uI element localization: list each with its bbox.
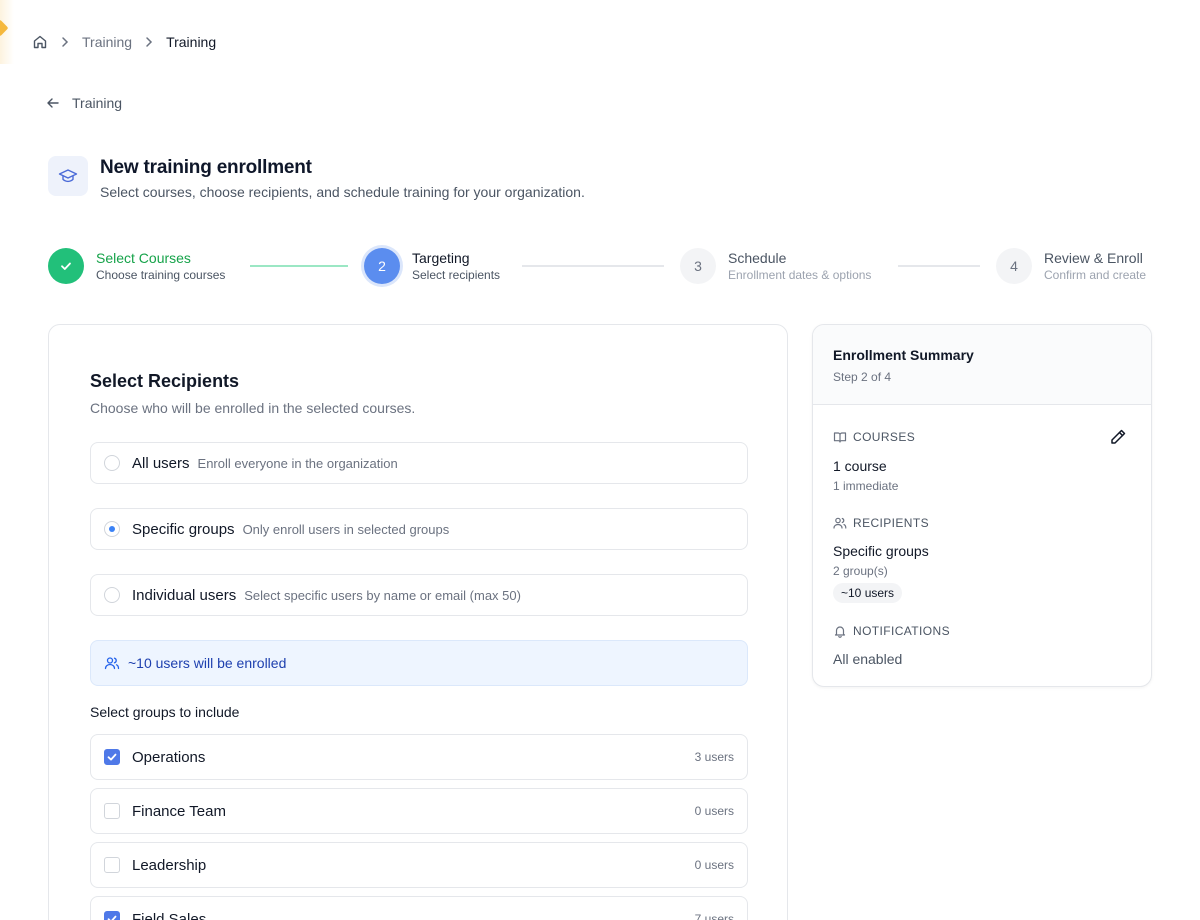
summary-title: Enrollment Summary (833, 347, 974, 363)
arrow-left-icon (47, 98, 59, 108)
option-all-users[interactable]: All users Enroll everyone in the organiz… (90, 442, 748, 484)
group-count: 3 users (694, 750, 734, 764)
option-specific-groups[interactable]: Specific groups Only enroll users in sel… (90, 508, 748, 550)
recipients-card: Select Recipients Choose who will be enr… (48, 324, 788, 920)
step-label: Schedule (728, 249, 787, 266)
info-text: ~10 users will be enrolled (128, 655, 287, 671)
chevron-right-icon (142, 35, 156, 49)
summary-header: Enrollment Summary Step 2 of 4 (813, 325, 1151, 405)
summary-label: COURSES (853, 430, 916, 444)
radio-button[interactable] (104, 521, 120, 537)
summary-value: 1 course (833, 458, 887, 474)
groups-title: Select groups to include (90, 704, 240, 720)
users-icon (104, 657, 120, 670)
summary-notifications: NOTIFICATIONS All enabled (833, 624, 950, 667)
step-label: Targeting (412, 249, 470, 266)
check-icon (107, 915, 117, 920)
summary-step: Step 2 of 4 (833, 370, 892, 384)
option-label: Specific groups (132, 520, 235, 538)
step-label: Select Courses (96, 249, 191, 266)
step-number: 3 (680, 248, 716, 284)
group-row-leadership[interactable]: Leadership 0 users (90, 842, 748, 888)
radio-button[interactable] (104, 587, 120, 603)
group-name: Field Sales (132, 910, 207, 920)
section-subtitle: Choose who will be enrolled in the selec… (90, 400, 416, 416)
user-count-badge: ~10 users (833, 583, 903, 603)
summary-label: RECIPIENTS (853, 516, 930, 530)
group-count: 0 users (694, 804, 734, 818)
step-connector (250, 265, 348, 267)
option-description: Enroll everyone in the organization (197, 455, 398, 471)
step-select-courses[interactable]: Select Courses Choose training courses (48, 248, 225, 284)
users-icon (833, 517, 847, 529)
check-icon (48, 248, 84, 284)
checkbox[interactable] (104, 911, 120, 920)
breadcrumb-item-training[interactable]: Training (82, 34, 132, 50)
check-icon (107, 753, 117, 761)
summary-courses: COURSES 1 course 1 immediate (833, 430, 915, 493)
step-targeting[interactable]: 2 Targeting Select recipients (364, 248, 500, 284)
option-description: Select specific users by name or email (… (244, 587, 521, 603)
step-sub: Enrollment dates & options (728, 267, 872, 282)
summary-value: All enabled (833, 651, 903, 667)
option-label: All users (132, 454, 190, 472)
step-sub: Confirm and create (1044, 267, 1147, 282)
group-count: 7 users (694, 912, 734, 920)
page-title: New training enrollment (100, 157, 312, 178)
group-count: 0 users (694, 858, 734, 872)
checkbox[interactable] (104, 857, 120, 873)
summary-sub: 1 immediate (833, 479, 899, 493)
back-link-label: Training (72, 95, 123, 111)
step-label: Review & Enroll (1044, 249, 1143, 266)
home-icon[interactable] (32, 34, 48, 50)
enrollment-summary-card: Enrollment Summary Step 2 of 4 COURSES 1… (812, 324, 1152, 687)
option-label: Individual users (132, 586, 237, 604)
step-review-enroll[interactable]: 4 Review & Enroll Confirm and create (996, 248, 1146, 284)
summary-label: NOTIFICATIONS (853, 624, 950, 638)
breadcrumb: Training Training (32, 33, 216, 51)
page-header: New training enrollment Select courses, … (48, 156, 585, 200)
step-number: 4 (996, 248, 1032, 284)
step-sub: Choose training courses (96, 267, 226, 282)
page-subtitle: Select courses, choose recipients, and s… (100, 184, 585, 200)
summary-value: Specific groups (833, 543, 929, 559)
step-connector (898, 265, 980, 267)
option-individual-users[interactable]: Individual users Select specific users b… (90, 574, 748, 616)
group-name: Operations (132, 748, 206, 766)
breadcrumb-item-current: Training (166, 34, 217, 50)
stepper: Select Courses Choose training courses 2… (48, 248, 1152, 284)
summary-sub: 2 group(s) (833, 564, 888, 578)
group-name: Leadership (132, 856, 207, 874)
step-number: 2 (364, 248, 400, 284)
chevron-right-icon (58, 35, 72, 49)
step-connector (522, 265, 664, 267)
group-row-finance-team[interactable]: Finance Team 0 users (90, 788, 748, 834)
enrollment-count-info: ~10 users will be enrolled (90, 640, 748, 686)
checkbox[interactable] (104, 749, 120, 765)
group-row-operations[interactable]: Operations 3 users (90, 734, 748, 780)
back-link[interactable]: Training (46, 95, 122, 111)
checkbox[interactable] (104, 803, 120, 819)
summary-recipients: RECIPIENTS Specific groups 2 group(s) ~1… (833, 516, 929, 603)
option-description: Only enroll users in selected groups (242, 521, 450, 537)
radio-button[interactable] (104, 455, 120, 471)
group-name: Finance Team (132, 802, 226, 820)
graduation-cap-icon (48, 156, 88, 196)
step-schedule[interactable]: 3 Schedule Enrollment dates & options (680, 248, 871, 284)
step-sub: Select recipients (412, 267, 501, 282)
pencil-icon[interactable] (1109, 428, 1127, 446)
bell-icon (834, 626, 846, 638)
section-title: Select Recipients (90, 371, 240, 391)
group-row-field-sales[interactable]: Field Sales 7 users (90, 896, 748, 920)
book-open-icon (833, 432, 847, 443)
